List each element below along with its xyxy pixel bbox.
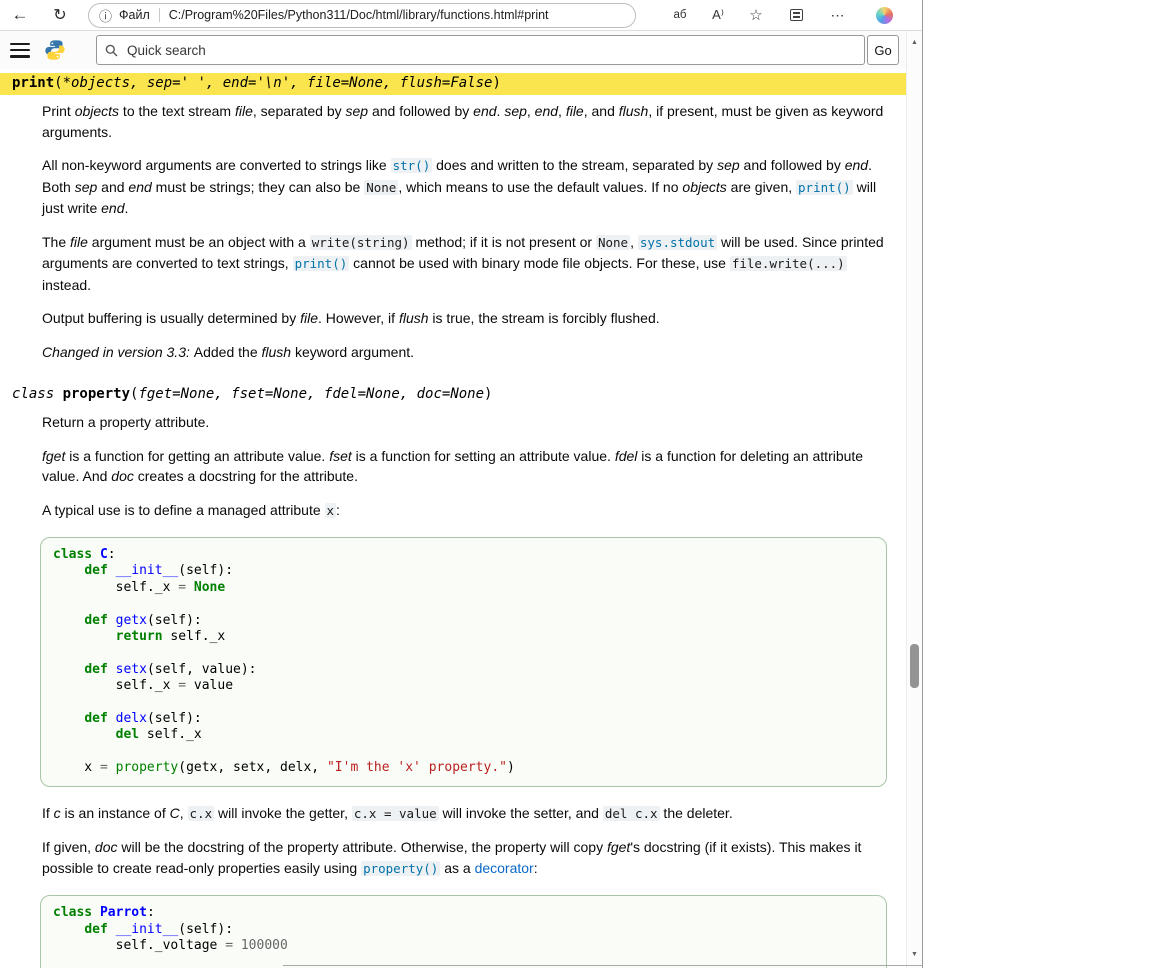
search-icon — [105, 44, 118, 57]
back-button[interactable]: ← — [6, 1, 34, 29]
page-content: Go print(*objects, sep=' ', end='\n', fi… — [0, 31, 907, 968]
taskbar-edge-line — [283, 965, 923, 966]
search-box — [96, 35, 865, 65]
search-go-button[interactable]: Go — [867, 35, 899, 65]
scrollbar-thumb[interactable] — [910, 644, 919, 688]
version-changed-note: Changed in version 3.3: Added the flush … — [42, 342, 887, 363]
function-definitions: print(*objects, sep=' ', end='\n', file=… — [0, 73, 907, 968]
url-text[interactable]: C:/Program%20Files/Python311/Doc/html/li… — [169, 8, 549, 22]
copilot-button[interactable] — [870, 1, 898, 29]
browser-toolbar: ← ↻ ⓘ Файл C:/Program%20Files/Python311/… — [0, 0, 922, 31]
paragraph: The file argument must be an object with… — [42, 232, 887, 296]
refresh-button[interactable]: ↻ — [46, 1, 74, 29]
search-input[interactable] — [125, 42, 856, 59]
scroll-up-arrow[interactable]: ▲ — [907, 39, 922, 46]
read-aloud-button[interactable]: A⁾ — [704, 1, 732, 29]
paragraph: If c is an instance of C, c.x will invok… — [42, 803, 887, 825]
browser-window: ← ↻ ⓘ Файл C:/Program%20Files/Python311/… — [0, 0, 923, 968]
translate-button[interactable]: аб — [666, 1, 694, 29]
collections-button[interactable] — [782, 1, 810, 29]
docs-topbar: Go — [0, 31, 907, 69]
print-description: Print objects to the text stream file, s… — [42, 101, 887, 362]
paragraph: Output buffering is usually determined b… — [42, 308, 887, 329]
print-signature: print(*objects, sep=' ', end='\n', file=… — [0, 73, 907, 95]
property-description: Return a property attribute. fget is a f… — [42, 412, 887, 968]
python-logo-icon[interactable] — [44, 39, 66, 61]
paragraph: If given, doc will be the docstring of t… — [42, 837, 887, 879]
paragraph: fget is a function for getting an attrib… — [42, 446, 887, 487]
code-example-parrot-decorator: class Parrot: def __init__(self): self._… — [40, 895, 887, 968]
scroll-down-arrow[interactable]: ▼ — [907, 951, 922, 958]
vertical-scrollbar[interactable]: ▲ ▼ — [906, 31, 922, 968]
paragraph: A typical use is to define a managed att… — [42, 500, 887, 522]
address-bar[interactable]: ⓘ Файл C:/Program%20Files/Python311/Doc/… — [88, 3, 636, 28]
copilot-icon — [876, 7, 893, 24]
property-signature: class property(fget=None, fset=None, fde… — [0, 384, 907, 406]
code-example-managed-attribute: class C: def __init__(self): self._x = N… — [40, 537, 887, 787]
add-favorite-button[interactable]: ☆ — [742, 1, 770, 29]
file-protocol-label: Файл — [119, 8, 150, 22]
site-info-icon[interactable]: ⓘ — [99, 6, 112, 25]
paragraph: Print objects to the text stream file, s… — [42, 101, 887, 142]
paragraph: Return a property attribute. — [42, 412, 887, 433]
paragraph: All non-keyword arguments are converted … — [42, 155, 887, 219]
more-options-button[interactable]: ⋯ — [824, 1, 852, 29]
address-divider — [159, 8, 160, 22]
collections-icon — [790, 9, 803, 21]
menu-button[interactable] — [8, 41, 32, 60]
screen: ← ↻ ⓘ Файл C:/Program%20Files/Python311/… — [0, 0, 1152, 968]
